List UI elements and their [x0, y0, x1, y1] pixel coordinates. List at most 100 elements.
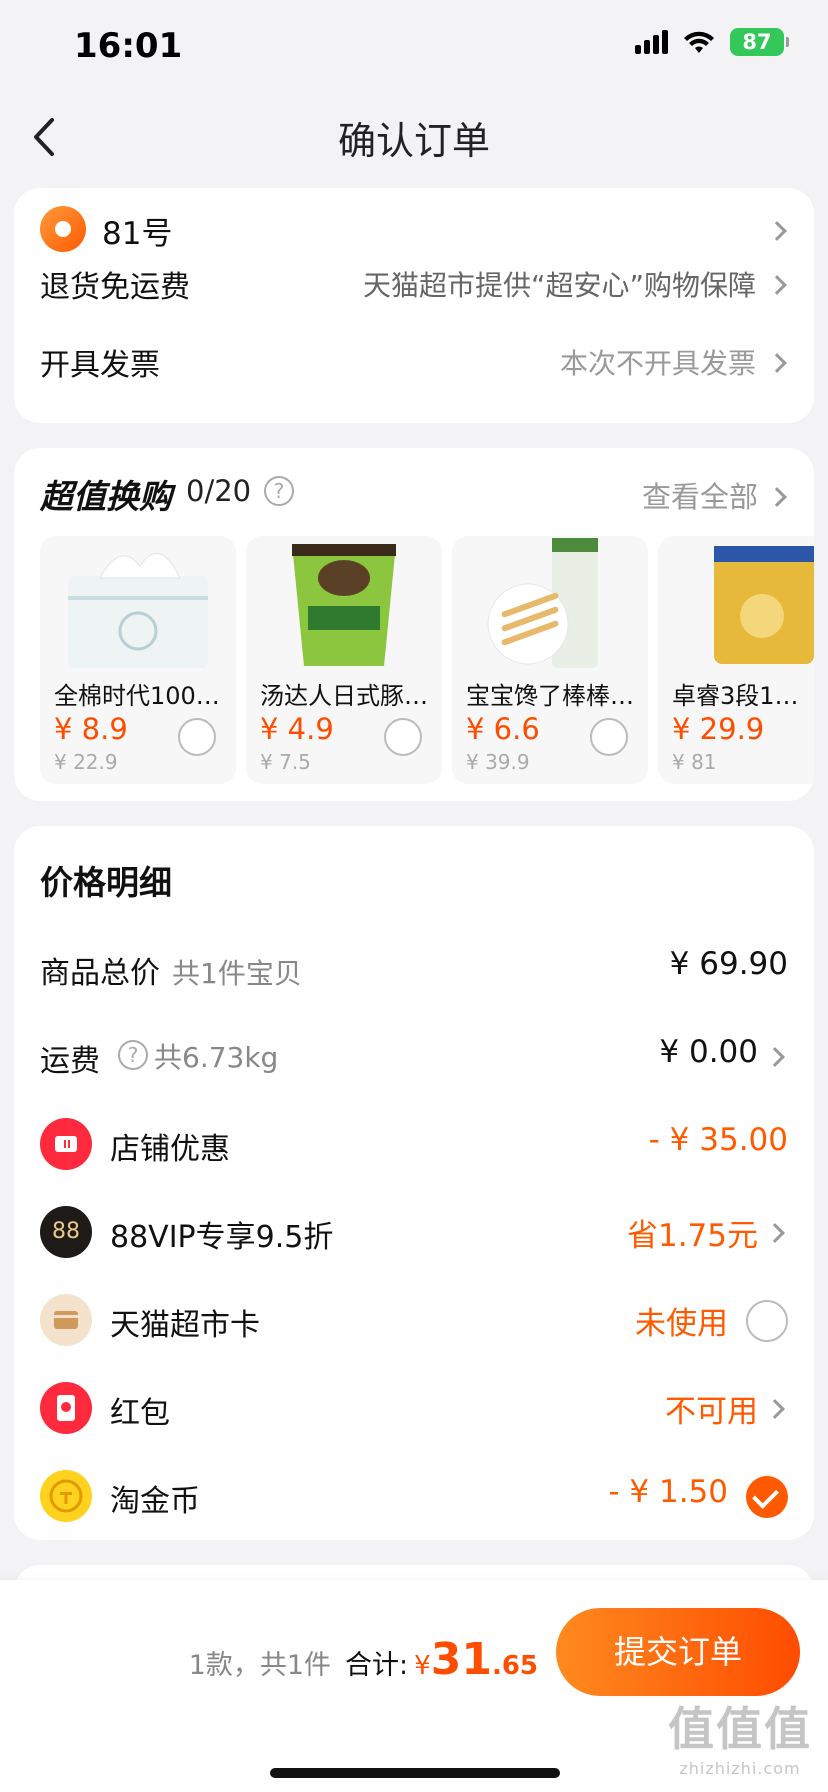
- product-name: 汤达人日式豚…: [260, 682, 428, 710]
- battery-level: 87: [742, 30, 772, 54]
- store-discount-label: 店铺优惠: [110, 1132, 230, 1167]
- shipping-row[interactable]: 运费 ? 共6.73kg ¥ 0.00: [40, 1022, 788, 1092]
- wifi-icon: [684, 31, 714, 53]
- return-shipping-label: 退货免运费: [40, 270, 190, 305]
- swap-purchase-card: 超值换购 0/20 ? 查看全部 全棉时代100… ¥ 8.9 ¥ 22.9 汤…: [14, 448, 814, 801]
- status-bar: 16:01 87: [0, 0, 828, 96]
- market-card-value: 未使用: [635, 1306, 728, 1342]
- shipping-label: 运费: [40, 1044, 100, 1079]
- invoice-row[interactable]: 开具发票 本次不开具发票: [40, 334, 788, 394]
- product-image: [68, 553, 208, 668]
- product-original-price: ¥ 81: [672, 750, 717, 774]
- red-packet-icon: [40, 1382, 92, 1434]
- order-confirm-page: 16:01 87 确认订单 81号 退货免运费 天猫超市提供“超安心”购物保障 …: [0, 0, 828, 1792]
- store-discount-row[interactable]: 店铺优惠 - ¥ 35.00: [40, 1110, 788, 1180]
- product-original-price: ¥ 39.9: [466, 750, 530, 774]
- page-title: 确认订单: [337, 119, 490, 163]
- select-radio[interactable]: [384, 718, 422, 756]
- watermark-url: zhizhizhi.com: [679, 1759, 801, 1778]
- red-packet-label: 红包: [110, 1396, 170, 1431]
- vip-discount-row[interactable]: 88 88VIP专享9.5折 省1.75元: [40, 1198, 788, 1268]
- return-shipping-value: 天猫超市提供“超安心”购物保障: [362, 269, 756, 302]
- chevron-right-icon: [767, 487, 787, 507]
- gift-card-icon: [40, 1294, 92, 1346]
- gold-coin-icon: [40, 1470, 92, 1522]
- goods-count: 共1件宝贝: [172, 957, 302, 990]
- gold-coin-label: 淘金币: [110, 1484, 200, 1519]
- home-indicator: [270, 1768, 560, 1778]
- item-count: 1款，共1件: [188, 1650, 332, 1681]
- vip-discount-value: 省1.75元: [626, 1218, 758, 1254]
- chevron-right-icon: [767, 275, 787, 295]
- market-card-radio[interactable]: [746, 1300, 788, 1342]
- battery-icon: 87: [730, 28, 789, 56]
- vip-88-icon: 88: [40, 1206, 92, 1258]
- swap-title: 超值换购: [40, 477, 172, 516]
- product-price: ¥ 4.9: [260, 712, 334, 746]
- view-all-link[interactable]: 查看全部: [642, 474, 758, 516]
- order-summary: 1款，共1件 合计: ¥ 31 .65: [189, 1634, 538, 1685]
- swap-product-card[interactable]: 卓睿3段1… ¥ 29.9 ¥ 81: [658, 536, 814, 784]
- goods-total-value: ¥ 69.90: [669, 946, 788, 982]
- product-price: ¥ 29.9: [672, 712, 765, 746]
- checkout-bar: 1款，共1件 合计: ¥ 31 .65 提交订单 值值值 zhizhizhi.c…: [0, 1580, 828, 1792]
- total-integer: 31: [430, 1634, 492, 1685]
- chevron-right-icon: [767, 353, 787, 373]
- help-icon[interactable]: ?: [118, 1040, 148, 1070]
- status-time: 16:01: [74, 26, 183, 66]
- chevron-right-icon: [765, 1399, 785, 1419]
- address-text: 81号: [102, 216, 173, 252]
- gold-coin-value: - ¥ 1.50: [608, 1474, 728, 1510]
- swap-count: 0/20: [186, 474, 252, 508]
- swap-product-card[interactable]: 全棉时代100… ¥ 8.9 ¥ 22.9: [40, 536, 236, 784]
- gold-coin-checkbox[interactable]: [746, 1476, 788, 1518]
- swap-product-list: 全棉时代100… ¥ 8.9 ¥ 22.9 汤达人日式豚… ¥ 4.9 ¥ 7.…: [40, 536, 814, 786]
- return-shipping-row[interactable]: 退货免运费 天猫超市提供“超安心”购物保障: [40, 256, 788, 316]
- chevron-right-icon: [765, 1223, 785, 1243]
- store-discount-value: - ¥ 35.00: [648, 1122, 788, 1158]
- select-radio[interactable]: [590, 718, 628, 756]
- product-image: [292, 544, 396, 666]
- product-name: 卓睿3段1…: [672, 682, 799, 710]
- nav-bar: 确认订单: [0, 96, 828, 178]
- product-original-price: ¥ 22.9: [54, 750, 118, 774]
- market-card-row[interactable]: 天猫超市卡 未使用: [40, 1286, 788, 1356]
- status-icons: 87: [635, 28, 789, 56]
- price-detail-card: 价格明细 商品总价 共1件宝贝 ¥ 69.90 运费 ? 共6.73kg ¥ 0.…: [14, 826, 814, 1540]
- location-pin-icon: [40, 206, 86, 252]
- shipping-value: ¥ 0.00: [659, 1034, 758, 1070]
- swap-product-card[interactable]: 宝宝馋了棒棒… ¥ 6.6 ¥ 39.9: [452, 536, 648, 784]
- service-info-card: 退货免运费 天猫超市提供“超安心”购物保障 开具发票 本次不开具发票: [14, 268, 814, 423]
- chevron-right-icon: [767, 221, 787, 241]
- currency-symbol: ¥: [414, 1651, 431, 1681]
- submit-order-button[interactable]: 提交订单: [556, 1608, 800, 1696]
- product-name: 宝宝馋了棒棒…: [466, 682, 634, 710]
- invoice-value: 本次不开具发票: [559, 347, 756, 380]
- price-detail-heading: 价格明细: [40, 863, 172, 902]
- product-name: 全棉时代100…: [54, 682, 220, 710]
- red-packet-row[interactable]: 红包 不可用: [40, 1374, 788, 1444]
- market-card-label: 天猫超市卡: [110, 1308, 260, 1343]
- watermark: 值值值 zhizhizhi.com: [668, 1693, 812, 1778]
- goods-total-label: 商品总价 共1件宝贝: [40, 956, 302, 991]
- chevron-right-icon: [765, 1047, 785, 1067]
- goods-total-row: 商品总价 共1件宝贝 ¥ 69.90: [40, 934, 788, 1004]
- cellular-signal-icon: [635, 30, 668, 54]
- select-radio[interactable]: [178, 718, 216, 756]
- product-price: ¥ 6.6: [466, 712, 540, 746]
- vip-discount-label: 88VIP专享9.5折: [110, 1220, 334, 1255]
- total-decimal: .65: [491, 1651, 538, 1681]
- swap-product-card[interactable]: 汤达人日式豚… ¥ 4.9 ¥ 7.5: [246, 536, 442, 784]
- total-label: 合计:: [345, 1650, 409, 1681]
- shipping-weight: 共6.73kg: [154, 1041, 279, 1074]
- product-original-price: ¥ 7.5: [260, 750, 311, 774]
- product-image: [714, 546, 814, 664]
- red-packet-value: 不可用: [665, 1394, 758, 1430]
- gold-coin-row[interactable]: 淘金币 - ¥ 1.50: [40, 1462, 788, 1532]
- watermark-logo: 值值值: [668, 1702, 812, 1756]
- product-price: ¥ 8.9: [54, 712, 128, 746]
- product-image: [487, 538, 598, 668]
- coupon-icon: [40, 1118, 92, 1170]
- help-icon[interactable]: ?: [264, 476, 294, 506]
- invoice-label: 开具发票: [40, 348, 160, 383]
